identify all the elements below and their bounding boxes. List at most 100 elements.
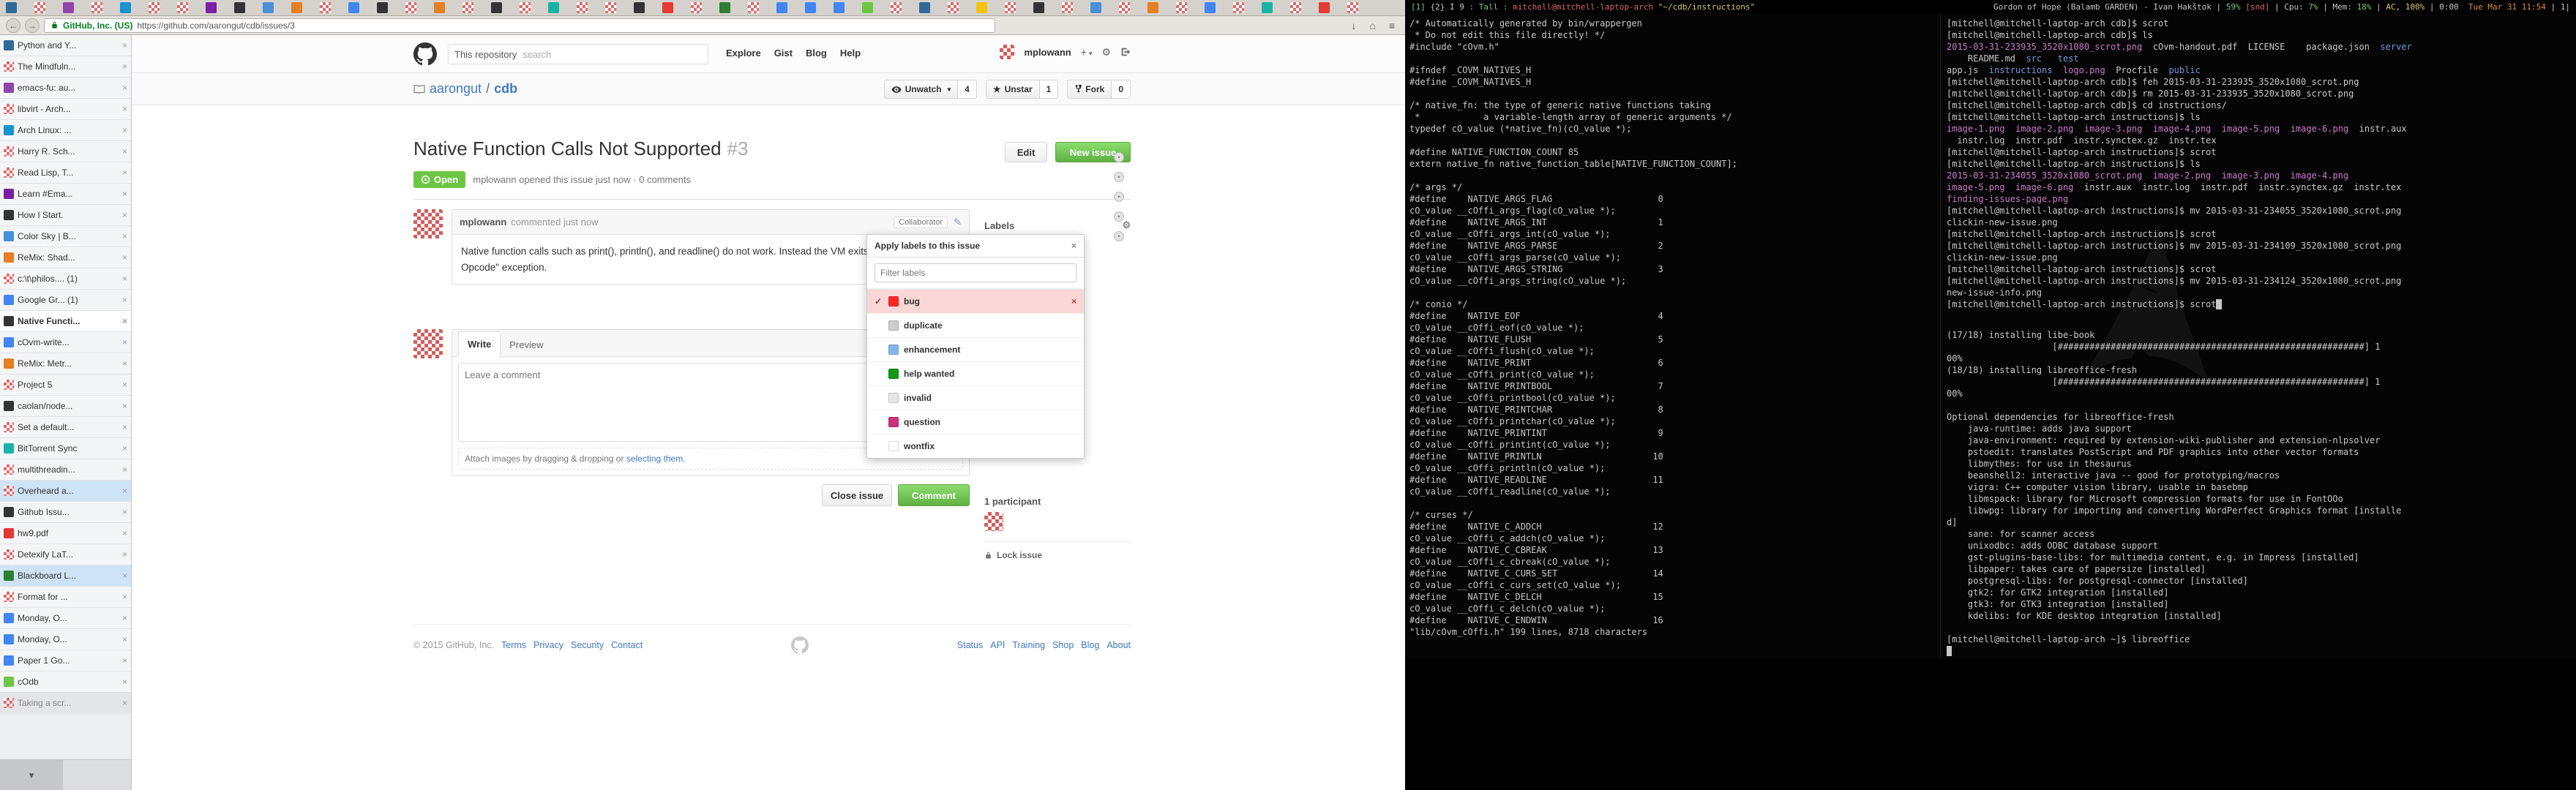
tab-close-icon[interactable]: [122, 83, 127, 93]
tab-favicon[interactable]: [719, 2, 730, 13]
tab-favicon[interactable]: [434, 2, 445, 13]
overlay-toolbar-icon[interactable]: [1114, 152, 1124, 162]
sidebar-tab[interactable]: Native Functi...: [0, 311, 131, 332]
tab-close-icon[interactable]: [122, 125, 127, 135]
tab-close-icon[interactable]: [122, 146, 127, 157]
label-row[interactable]: duplicate: [867, 313, 1084, 337]
sidebar-tab[interactable]: Learn #Ema...: [0, 184, 131, 205]
comment-author[interactable]: mplowann: [460, 217, 506, 227]
tab-close-icon[interactable]: [122, 295, 127, 305]
repo-owner-link[interactable]: aarongut: [430, 81, 482, 97]
new-menu-icon[interactable]: +: [1081, 46, 1093, 58]
tab-favicon[interactable]: [776, 2, 787, 13]
tab-close-icon[interactable]: [122, 549, 127, 560]
security-label[interactable]: GitHub, Inc. (US): [63, 20, 132, 31]
tab-favicon[interactable]: [291, 2, 302, 13]
menu-icon[interactable]: ≡: [1385, 20, 1399, 31]
tab-close-icon[interactable]: [122, 507, 127, 517]
overlay-toolbar-icon[interactable]: [1114, 231, 1124, 241]
shell-pane-top[interactable]: [mitchell@mitchell-laptop-arch cdb]$ scr…: [1947, 18, 2572, 310]
footer-link[interactable]: Security: [571, 640, 604, 650]
sidebar-tab[interactable]: Python and Y...: [0, 35, 131, 56]
sidebar-tab[interactable]: Blackboard L...: [0, 565, 131, 587]
tab-close-icon[interactable]: [122, 698, 127, 708]
home-icon[interactable]: ⌂: [1365, 20, 1379, 31]
sidebar-tab[interactable]: cOdb: [0, 672, 131, 693]
tab-close-icon[interactable]: [122, 443, 127, 454]
tab-favicon[interactable]: [377, 2, 388, 13]
label-row[interactable]: help wanted: [867, 361, 1084, 385]
popover-close-icon[interactable]: [1071, 241, 1077, 251]
sidebar-tab[interactable]: multithreadin...: [0, 459, 131, 481]
tab-favicon[interactable]: [1147, 2, 1158, 13]
tab-favicon[interactable]: [348, 2, 359, 13]
sidebar-tab[interactable]: How I Start.: [0, 205, 131, 226]
sidebar-tab[interactable]: ReMix: Shad...: [0, 247, 131, 268]
sidebar-tab[interactable]: Project 5: [0, 375, 131, 396]
repo-name-link[interactable]: cdb: [494, 81, 517, 97]
tab-close-icon[interactable]: [122, 571, 127, 581]
tab-close-icon[interactable]: [122, 528, 127, 538]
sidebar-tab[interactable]: Paper 1 Go...: [0, 650, 131, 672]
overlay-toolbar-icon[interactable]: [1114, 192, 1124, 202]
github-logo[interactable]: [413, 42, 437, 66]
footer-link[interactable]: Shop: [1052, 640, 1074, 650]
tab-favicon[interactable]: [1319, 2, 1330, 13]
tab-favicon[interactable]: [177, 2, 188, 13]
tab-close-icon[interactable]: [122, 422, 127, 432]
footer-link[interactable]: API: [990, 640, 1005, 650]
sidebar-tab[interactable]: Color Sky | B...: [0, 226, 131, 247]
tab-favicon[interactable]: [891, 2, 902, 13]
tab-close-icon[interactable]: [122, 316, 127, 326]
tab-favicon[interactable]: [1033, 2, 1044, 13]
tab-favicon[interactable]: [463, 2, 473, 13]
tab-favicon[interactable]: [149, 2, 160, 13]
sidebar-tab[interactable]: Google Gr... (1): [0, 290, 131, 311]
header-nav-link[interactable]: Gist: [774, 48, 793, 59]
tab-favicon[interactable]: [1176, 2, 1187, 13]
comment-avatar[interactable]: [413, 209, 443, 238]
sidebar-tab[interactable]: Arch Linux: ...: [0, 120, 131, 141]
label-row[interactable]: wontfix: [867, 434, 1084, 458]
tab-favicon[interactable]: [320, 2, 331, 13]
tab-close-icon[interactable]: [122, 252, 127, 263]
comment-button[interactable]: Comment: [898, 484, 970, 506]
tab-favicon[interactable]: [1062, 2, 1073, 13]
tab-favicon[interactable]: [748, 2, 759, 13]
sidebar-tab[interactable]: Read Lisp, T...: [0, 162, 131, 184]
tab-close-icon[interactable]: [122, 655, 127, 666]
unstar-button[interactable]: ★ Unstar: [986, 80, 1040, 99]
tab-favicon[interactable]: [405, 2, 416, 13]
label-remove-icon[interactable]: [1071, 296, 1077, 306]
vim-editor-pane[interactable]: /* Automatically generated by bin/wrappe…: [1409, 18, 1936, 638]
tab-favicon[interactable]: [1233, 2, 1244, 13]
tab-close-icon[interactable]: [122, 104, 127, 114]
tab-favicon[interactable]: [1347, 2, 1358, 13]
footer-link[interactable]: Terms: [501, 640, 526, 650]
tab-close-icon[interactable]: [122, 189, 127, 199]
lock-issue[interactable]: Lock issue: [984, 550, 1042, 560]
sidebar-tab[interactable]: c:\t\philos.... (1): [0, 268, 131, 290]
tab-close-icon[interactable]: [122, 210, 127, 220]
tab-favicon[interactable]: [491, 2, 502, 13]
preview-tab[interactable]: Preview: [501, 333, 552, 357]
url-bar[interactable]: GitHub, Inc. (US) https://github.com/aar…: [44, 18, 995, 33]
footer-link[interactable]: Contact: [611, 640, 643, 650]
watch-count[interactable]: 4: [958, 80, 977, 99]
scroll-down-button[interactable]: ▾: [0, 760, 63, 790]
star-count[interactable]: 1: [1040, 80, 1059, 99]
tab-favicon[interactable]: [120, 2, 131, 13]
download-icon[interactable]: ↓: [1347, 20, 1360, 31]
url-text[interactable]: https://github.com/aarongut/cdb/issues/3: [137, 20, 294, 31]
tab-close-icon[interactable]: [122, 677, 127, 687]
label-row[interactable]: bug: [867, 289, 1084, 313]
tab-favicon[interactable]: [948, 2, 959, 13]
sign-out-icon[interactable]: [1120, 47, 1131, 57]
tab-favicon[interactable]: [577, 2, 588, 13]
tab-favicon[interactable]: [691, 2, 702, 13]
tab-close-icon[interactable]: [122, 337, 127, 347]
sidebar-tab[interactable]: Overheard a...: [0, 481, 131, 502]
sidebar-tab[interactable]: Monday, O...: [0, 629, 131, 650]
sidebar-tab[interactable]: emacs-fu: au...: [0, 78, 131, 99]
tab-close-icon[interactable]: [122, 358, 127, 369]
